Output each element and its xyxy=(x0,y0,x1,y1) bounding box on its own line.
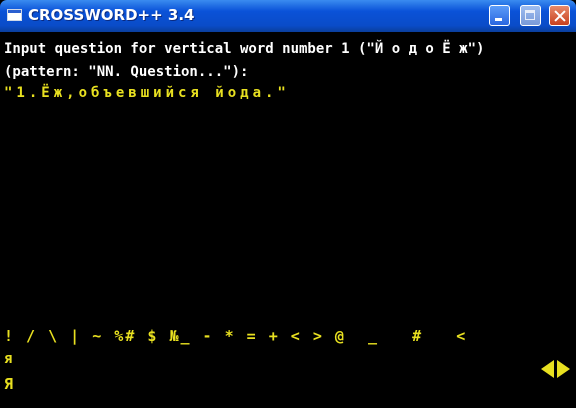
selected-char-lower: я xyxy=(4,351,13,367)
question-input-line[interactable]: "1.Ёж,объевшийся йода." xyxy=(4,85,290,101)
console-area[interactable]: Input question for vertical word number … xyxy=(0,32,576,408)
character-palette[interactable]: ! / \ | ~ %# $ №_ - * = + < > @ _ # < xyxy=(4,327,467,345)
selected-char-upper: Я xyxy=(4,375,14,393)
app-icon[interactable] xyxy=(7,9,22,21)
maximize-button[interactable] xyxy=(520,5,541,26)
window-title: CROSSWORD++ 3.4 xyxy=(28,6,195,24)
prompt-line-2: (pattern: "NN. Question..."): xyxy=(4,64,249,80)
prompt-line-1: Input question for vertical word number … xyxy=(4,41,485,57)
minimize-button[interactable] xyxy=(489,5,510,26)
arrow-left-icon[interactable] xyxy=(541,360,554,378)
palette-scroll-arrows[interactable] xyxy=(541,359,575,379)
title-bar[interactable]: CROSSWORD++ 3.4 xyxy=(0,0,576,32)
close-button[interactable] xyxy=(549,5,570,26)
arrow-right-icon[interactable] xyxy=(557,360,570,378)
app-window: CROSSWORD++ 3.4 Input question for verti… xyxy=(0,0,576,408)
